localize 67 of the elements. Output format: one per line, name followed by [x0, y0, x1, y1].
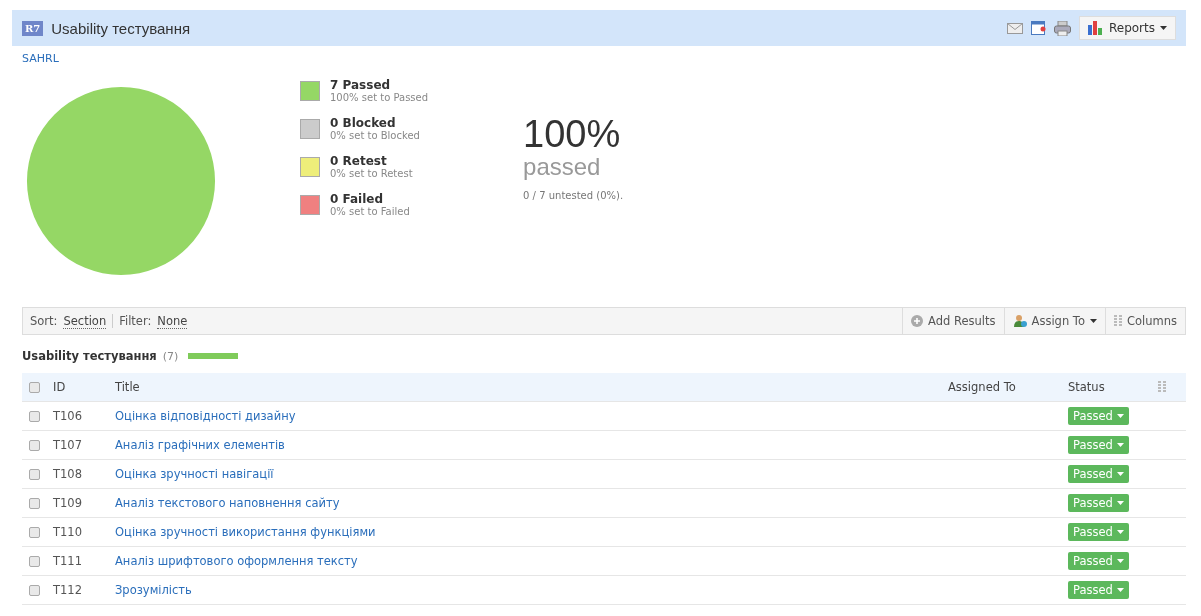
caret-icon [1116, 472, 1124, 476]
test-title-link[interactable]: Аналіз графічних елементів [115, 438, 948, 452]
run-badge: R7 [22, 20, 44, 36]
legend-subtitle: 0% set to Failed [330, 206, 410, 217]
columns-icon[interactable] [1113, 315, 1122, 327]
test-title-link[interactable]: Зрозумілість [115, 583, 948, 597]
legend-title: 7 Passed [330, 78, 392, 92]
toolbar-button[interactable]: Columns [1104, 308, 1185, 334]
reports-button[interactable]: Reports [1078, 16, 1176, 40]
project-link[interactable]: SAHRL [22, 52, 59, 65]
test-title-link[interactable]: Оцінка відповідності дизайну [115, 409, 948, 423]
columns-icon[interactable] [1158, 381, 1166, 393]
test-id: T109 [53, 496, 83, 510]
caret-icon [1116, 501, 1124, 505]
test-id: T107 [53, 438, 83, 452]
sort-link[interactable]: Section [63, 313, 107, 329]
checkbox[interactable] [29, 439, 40, 451]
checkbox[interactable] [29, 526, 40, 538]
legend-subtitle: 100% set to Passed [330, 92, 429, 103]
calendar-icon[interactable] [1030, 21, 1046, 35]
test-title-link[interactable]: Аналіз шрифтового оформлення тексту [115, 554, 948, 568]
test-id: T108 [53, 467, 83, 481]
legend-title: 0 Retest [330, 154, 388, 168]
column-header: Assigned To [948, 380, 1017, 394]
test-id: T112 [53, 583, 83, 597]
test-title-link[interactable]: Оцінка зручності використання функціями [115, 525, 948, 539]
filter-label: Filter: [119, 314, 152, 328]
legend-title: 0 Failed [330, 192, 385, 206]
page-title: Usability тестування [51, 19, 192, 37]
caret-icon [1116, 530, 1124, 534]
test-title-link[interactable]: Аналіз текстового наповнення сайту [115, 496, 948, 510]
caret-icon [1116, 414, 1124, 418]
filter-link[interactable]: None [157, 313, 188, 329]
legend-subtitle: 0% set to Retest [330, 168, 413, 179]
pass-percentage: 100% [523, 114, 622, 154]
checkbox[interactable] [29, 468, 40, 480]
toolbar-button[interactable]: Add Results [902, 308, 1004, 334]
caret-icon [1116, 443, 1124, 447]
pass-label: passed [523, 154, 602, 180]
checkbox[interactable] [29, 410, 40, 422]
column-header: Status [1068, 380, 1106, 394]
envelope-icon[interactable] [1006, 22, 1023, 34]
toolbar-button[interactable]: Assign To [1003, 308, 1105, 334]
bar-chart-icon [1087, 21, 1104, 35]
column-header: Title [115, 380, 141, 394]
printer-icon[interactable] [1053, 20, 1071, 36]
checkbox[interactable] [29, 381, 40, 393]
section-count: (7) [162, 349, 179, 363]
caret-icon [1116, 588, 1124, 592]
legend-title: 0 Blocked [330, 116, 397, 130]
test-title-link[interactable]: Оцінка зручності навігації [115, 467, 948, 481]
checkbox[interactable] [29, 497, 40, 509]
person-icon [1012, 314, 1027, 328]
caret-icon [1116, 559, 1124, 563]
caret-icon [1160, 26, 1167, 30]
test-id: T111 [53, 554, 83, 568]
untested-count: 0 / 7 untested (0%). [523, 190, 624, 201]
caret-icon [1089, 319, 1097, 323]
checkbox[interactable] [29, 584, 40, 596]
test-id: T110 [53, 525, 83, 539]
section-title: Usability тестування [22, 349, 157, 363]
legend-subtitle: 0% set to Blocked [330, 130, 420, 141]
plus-circle-icon [911, 315, 924, 327]
test-id: T106 [53, 409, 83, 423]
column-header: ID [53, 380, 67, 394]
sort-label: Sort: [30, 314, 58, 328]
checkbox[interactable] [29, 555, 40, 567]
